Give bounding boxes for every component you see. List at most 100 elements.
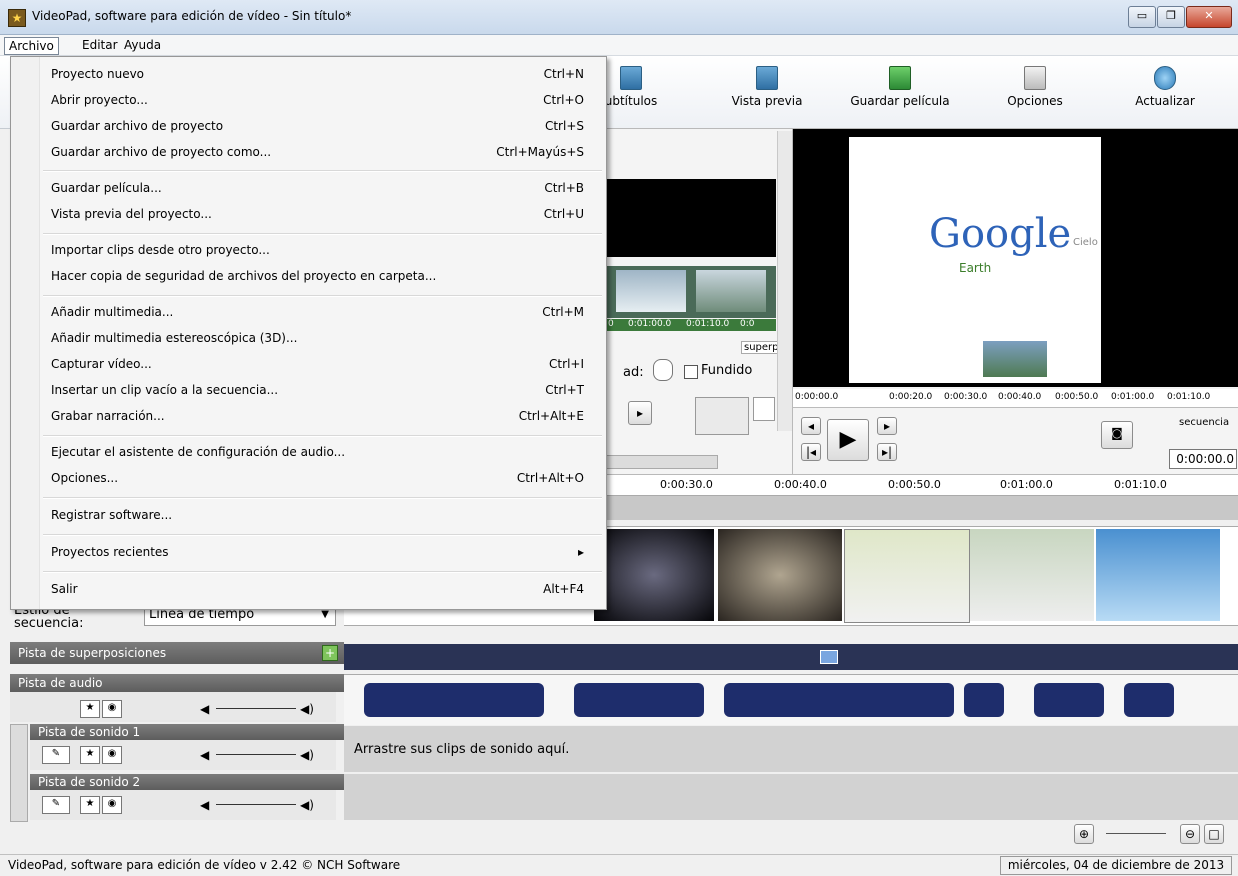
volume-slider[interactable] (216, 754, 296, 755)
menu-item-exit[interactable]: Salir Alt+F4 (41, 578, 594, 600)
position-grid[interactable] (695, 397, 749, 435)
menu-item-shortcut: ▸ (577, 545, 584, 559)
menu-item-options[interactable]: Opciones... Ctrl+Alt+O (41, 467, 594, 489)
menu-archivo[interactable]: Archivo (4, 37, 59, 55)
menu-separator (43, 295, 602, 297)
mute-icon[interactable]: ◉ (102, 746, 122, 764)
effects-icon[interactable]: ✎ (42, 746, 70, 764)
star-icon[interactable]: ★ (80, 700, 100, 718)
zoom-fit-icon[interactable]: □ (1204, 824, 1224, 844)
update-icon (1154, 66, 1176, 90)
menu-item-shortcut: Ctrl+Mayús+S (496, 145, 584, 159)
menu-item-new-project[interactable]: Proyecto nuevo Ctrl+N (41, 63, 594, 85)
add-to-sequence-icon[interactable] (753, 397, 775, 421)
file-menu-dropdown: Proyecto nuevo Ctrl+N Abrir proyecto... Ctr… (10, 56, 607, 610)
save-movie-icon (889, 66, 911, 90)
clip-hscroll[interactable] (606, 455, 718, 469)
zoom-out-icon[interactable]: ⊖ (1180, 824, 1200, 844)
volume-slider[interactable] (216, 708, 296, 709)
wave-segment (364, 683, 544, 717)
menu-item-shortcut: Ctrl+Alt+E (518, 409, 584, 423)
volume-slider[interactable] (216, 804, 296, 805)
video-clip[interactable] (594, 529, 714, 621)
wave-segment (1034, 683, 1104, 717)
video-clip[interactable] (718, 529, 842, 621)
app-icon[interactable]: ★ (8, 9, 26, 27)
menu-separator (43, 170, 602, 172)
play-clip-button[interactable]: ▸ (628, 401, 652, 425)
track-scrollbar[interactable] (10, 724, 28, 822)
zoom-slider[interactable] (1106, 833, 1166, 834)
overlay-track-area[interactable] (344, 644, 1238, 670)
menu-item-add-media[interactable]: Añadir multimedia... Ctrl+M (41, 301, 594, 323)
zoom-in-icon[interactable]: ⊕ (1074, 824, 1094, 844)
sound-track-2-header: Pista de sonido 2 (30, 774, 344, 790)
go-end-button[interactable]: ▸| (877, 443, 897, 461)
wave-segment (574, 683, 704, 717)
menu-item-import-clips[interactable]: Importar clips desde otro proyecto... (41, 239, 594, 261)
video-clip[interactable] (844, 529, 970, 623)
menu-item-register-software[interactable]: Registrar software... (41, 504, 594, 526)
volume-low-icon: ◀ (200, 702, 210, 716)
effects-icon[interactable]: ✎ (42, 796, 70, 814)
menu-item-label: Añadir multimedia... (51, 305, 174, 319)
go-start-button[interactable]: |◂ (801, 443, 821, 461)
menu-item-save-movie[interactable]: Guardar película... Ctrl+B (41, 177, 594, 199)
menu-item-open-project[interactable]: Abrir proyecto... Ctrl+O (41, 89, 594, 111)
preview-button[interactable]: Vista previa (712, 62, 822, 124)
audio-track-header: Pista de audio (10, 674, 344, 692)
menu-item-backup-project[interactable]: Hacer copia de seguridad de archivos del… (41, 265, 594, 287)
star-icon[interactable]: ★ (80, 796, 100, 814)
timeline-hscroll[interactable]: ⊕ ⊖ □ (344, 822, 1238, 844)
menu-editar[interactable]: Editar (78, 37, 122, 53)
next-frame-button[interactable]: ▸ (877, 417, 897, 435)
menu-item-save-project-as[interactable]: Guardar archivo de proyecto como... Ctrl+… (41, 141, 594, 163)
menu-item-recent-projects[interactable]: Proyectos recientes ▸ (41, 541, 594, 563)
fade-checkbox[interactable] (684, 365, 698, 379)
menu-item-add-stereo-media[interactable]: Añadir multimedia estereoscópica (3D)... (41, 327, 594, 349)
minimize-button[interactable]: ▭ (1128, 6, 1156, 28)
star-icon[interactable]: ★ (80, 746, 100, 764)
clip-panel-scrollbar[interactable] (777, 131, 792, 431)
sound-track-1-area[interactable]: Arrastre sus clips de sonido aquí. (344, 726, 1238, 772)
title-bar: ★ VideoPad, software para edición de víd… (0, 0, 1238, 35)
window-title: VideoPad, software para edición de vídeo… (32, 9, 352, 23)
tab-superp[interactable]: superp (741, 341, 782, 354)
menu-item-label: Hacer copia de seguridad de archivos del… (51, 269, 437, 283)
menu-ayuda[interactable]: Ayuda (120, 37, 165, 53)
overlay-clip-icon[interactable] (820, 650, 838, 664)
tab-secuencia[interactable]: secuencia (1179, 417, 1229, 428)
volume-high-icon: ◀) (300, 798, 314, 812)
video-clip[interactable] (970, 529, 1094, 621)
sound-track-2-area[interactable] (344, 774, 1238, 820)
sound-track-2-controls: ✎ ★ ◉ ◀ ◀) (30, 790, 336, 820)
audio-waveform (364, 683, 1174, 717)
speed-knob[interactable] (653, 359, 673, 381)
update-button[interactable]: Actualizar (1110, 62, 1220, 124)
video-clip[interactable] (1096, 529, 1220, 621)
maximize-button[interactable]: ❐ (1157, 6, 1185, 28)
menu-item-save-project[interactable]: Guardar archivo de proyecto Ctrl+S (41, 115, 594, 137)
audio-waveform-track[interactable] (344, 674, 1238, 725)
snapshot-camera-icon[interactable]: ◙ (1101, 421, 1133, 449)
add-track-icon[interactable]: + (322, 645, 338, 661)
menu-item-capture-video[interactable]: Capturar vídeo... Ctrl+I (41, 353, 594, 375)
menu-item-record-narration[interactable]: Grabar narración... Ctrl+Alt+E (41, 405, 594, 427)
play-button[interactable]: ▶ (827, 419, 869, 461)
options-button[interactable]: Opciones (980, 62, 1090, 124)
menu-separator (43, 571, 602, 573)
volume-high-icon: ◀) (300, 748, 314, 762)
prev-frame-button[interactable]: ◂ (801, 417, 821, 435)
mute-icon[interactable]: ◉ (102, 700, 122, 718)
save-movie-button[interactable]: Guardar película (842, 62, 958, 124)
menu-item-label: Capturar vídeo... (51, 357, 152, 371)
menu-item-preview-project[interactable]: Vista previa del proyecto... Ctrl+U (41, 203, 594, 225)
close-button[interactable]: ✕ (1186, 6, 1232, 28)
menu-item-label: Proyecto nuevo (51, 67, 145, 81)
menu-item-insert-blank-clip[interactable]: Insertar un clip vacío a la secuencia...… (41, 379, 594, 401)
preview-frame: Google Earth Cielo (849, 137, 1101, 383)
menu-item-label: Opciones... (51, 471, 119, 485)
menu-item-audio-wizard[interactable]: Ejecutar el asistente de configuración d… (41, 441, 594, 463)
menu-separator (43, 233, 602, 235)
mute-icon[interactable]: ◉ (102, 796, 122, 814)
